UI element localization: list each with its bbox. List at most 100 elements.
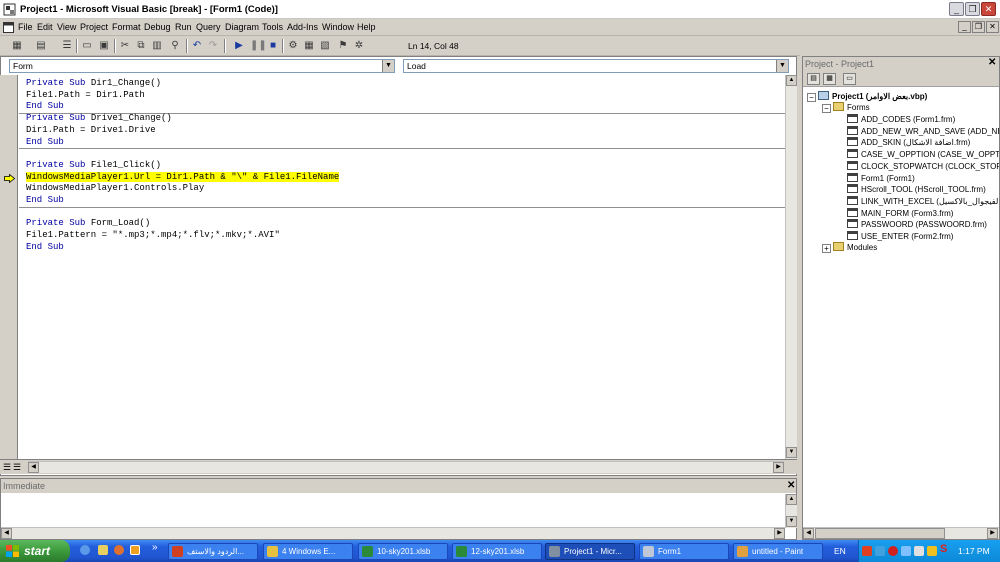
scroll-down-icon[interactable]: ▼ bbox=[786, 516, 797, 527]
tree-form-item[interactable]: Form1 (Form1) bbox=[847, 172, 915, 184]
menu-run[interactable]: Run bbox=[175, 22, 192, 32]
code-line[interactable]: End Sub bbox=[26, 137, 64, 148]
end-icon[interactable]: ■ bbox=[266, 39, 280, 53]
object-browser-icon[interactable]: ⚑ bbox=[336, 39, 350, 53]
add-form-icon[interactable]: ▤ bbox=[34, 39, 48, 53]
chevron-down-icon[interactable]: ▼ bbox=[776, 60, 788, 72]
tray-network-icon[interactable] bbox=[875, 546, 885, 556]
scroll-right-icon[interactable]: ▶ bbox=[773, 462, 784, 473]
code-line[interactable]: WindowsMediaPlayer1.Url = Dir1.Path & "\… bbox=[26, 171, 340, 183]
code-line[interactable]: Private Sub File1_Click() bbox=[26, 160, 161, 171]
code-line[interactable]: End Sub bbox=[26, 195, 64, 206]
toggle-folders-icon[interactable]: ▭ bbox=[843, 73, 856, 85]
language-indicator[interactable]: EN bbox=[834, 546, 846, 556]
code-line[interactable]: Private Sub Form_Load() bbox=[26, 218, 150, 229]
procedure-view-icon[interactable]: ☰ bbox=[3, 462, 11, 473]
tray-antivirus-icon[interactable] bbox=[888, 546, 898, 556]
tray-app-icon[interactable] bbox=[862, 546, 872, 556]
code-line[interactable]: Dir1.Path = Drive1.Drive bbox=[26, 125, 156, 136]
collapse-icon[interactable]: − bbox=[807, 93, 816, 102]
code-line[interactable]: WindowsMediaPlayer1.Controls.Play bbox=[26, 183, 204, 194]
scroll-left-icon[interactable]: ◀ bbox=[803, 528, 814, 539]
restore-button[interactable]: ❐ bbox=[965, 2, 980, 16]
immediate-close-icon[interactable]: ✕ bbox=[787, 480, 795, 491]
code-line[interactable]: Private Sub Drive1_Change() bbox=[26, 113, 172, 124]
tree-form-item[interactable]: USE_ENTER (Form2.frm) bbox=[847, 231, 953, 242]
quicklaunch-more-icon[interactable]: » bbox=[152, 542, 158, 553]
tree-form-item[interactable]: ADD_NEW_WR_AND_SAVE (ADD_NEW bbox=[847, 125, 999, 137]
chevron-down-icon[interactable]: ▼ bbox=[382, 60, 394, 72]
properties-window-icon[interactable]: ▦ bbox=[302, 39, 316, 53]
object-combo[interactable]: Form ▼ bbox=[9, 59, 395, 73]
project-explorer-close-icon[interactable]: ✕ bbox=[988, 57, 996, 68]
immediate-horizontal-scrollbar[interactable]: ◀ ▶ bbox=[1, 527, 785, 539]
tree-project-root[interactable]: Project1 (بعض الاوامر.vbp) bbox=[818, 91, 927, 102]
code-horizontal-scrollbar[interactable]: ◀ ▶ bbox=[28, 461, 784, 473]
tree-modules-folder[interactable]: Modules bbox=[833, 242, 877, 253]
code-line[interactable]: File1.Pattern = "*.mp3;*.mp4;*.flv;*.mkv… bbox=[26, 230, 280, 241]
taskbar-task[interactable]: 12-sky201.xlsb bbox=[452, 543, 542, 560]
toolbox-icon[interactable]: ✲ bbox=[352, 39, 366, 53]
save-project-icon[interactable]: ▣ bbox=[97, 39, 111, 53]
code-line[interactable]: Private Sub Dir1_Change() bbox=[26, 78, 161, 89]
scroll-down-icon[interactable]: ▼ bbox=[786, 447, 797, 458]
minimize-button[interactable]: _ bbox=[949, 2, 964, 16]
mdi-restore-button[interactable]: ❐ bbox=[972, 21, 985, 33]
tree-form-item[interactable]: LINK_WITH_EXCEL (الفيجوال_بالاكسيل bbox=[847, 195, 999, 207]
tree-form-item[interactable]: ADD_CODES (Form1.frm) bbox=[847, 114, 955, 125]
menu-format[interactable]: Format bbox=[112, 22, 141, 32]
tree-form-item[interactable]: CLOCK_STOPWATCH (CLOCK_STOPWA bbox=[847, 160, 999, 172]
tree-form-item[interactable]: CASE_W_OPPTION (CASE_W_OPPTION bbox=[847, 149, 999, 160]
mdi-close-button[interactable]: ✕ bbox=[986, 21, 999, 33]
tree-form-item[interactable]: ADD_SKIN (اضافة الاشكال.frm) bbox=[847, 137, 970, 148]
start-button[interactable]: start bbox=[0, 540, 70, 562]
tree-forms-folder[interactable]: Forms bbox=[833, 102, 870, 113]
mdi-minimize-button[interactable]: _ bbox=[958, 21, 971, 33]
scroll-thumb[interactable] bbox=[815, 528, 945, 539]
view-object-icon[interactable]: ▦ bbox=[823, 73, 836, 85]
code-editor[interactable]: Private Sub Dir1_Change() File1.Path = Di… bbox=[19, 75, 785, 459]
full-module-view-icon[interactable]: ☰ bbox=[13, 462, 21, 473]
menu-view[interactable]: View bbox=[57, 22, 76, 32]
menu-debug[interactable]: Debug bbox=[144, 22, 171, 32]
scroll-left-icon[interactable]: ◀ bbox=[1, 528, 12, 539]
open-project-icon[interactable]: ▭ bbox=[80, 39, 94, 53]
copy-icon[interactable]: ⧉ bbox=[134, 39, 148, 53]
menu-file[interactable]: File bbox=[18, 22, 33, 32]
code-line[interactable]: End Sub bbox=[26, 101, 64, 112]
menu-diagram[interactable]: Diagram bbox=[225, 22, 259, 32]
code-line[interactable]: File1.Path = Dir1.Path bbox=[26, 90, 145, 101]
code-vertical-scrollbar[interactable]: ▲ ▼ bbox=[785, 75, 797, 459]
menu-query[interactable]: Query bbox=[196, 22, 221, 32]
taskbar-task[interactable]: Form1 bbox=[639, 543, 729, 560]
tree-form-item[interactable]: PASSWOORD (PASSWOORD.frm) bbox=[847, 219, 987, 230]
menu-add-ins[interactable]: Add-Ins bbox=[287, 22, 318, 32]
procedure-combo[interactable]: Load ▼ bbox=[403, 59, 789, 73]
tray-volume-icon[interactable] bbox=[914, 546, 924, 556]
quicklaunch-app-icon[interactable] bbox=[98, 545, 108, 555]
project-explorer-icon[interactable]: ⚙ bbox=[286, 39, 300, 53]
scroll-right-icon[interactable]: ▶ bbox=[987, 528, 998, 539]
quicklaunch-firefox-icon[interactable] bbox=[114, 545, 124, 555]
collapse-icon[interactable]: − bbox=[822, 104, 831, 113]
menu-project[interactable]: Project bbox=[80, 22, 108, 32]
paste-icon[interactable]: ▥ bbox=[150, 39, 164, 53]
start-icon[interactable]: ▶ bbox=[232, 39, 246, 53]
find-icon[interactable]: ⚲ bbox=[168, 39, 182, 53]
menu-tools[interactable]: Tools bbox=[262, 22, 283, 32]
form-layout-icon[interactable]: ▧ bbox=[318, 39, 332, 53]
break-icon[interactable]: ❚❚ bbox=[250, 39, 267, 53]
taskbar-task[interactable]: 4 Windows E... bbox=[263, 543, 353, 560]
redo-icon[interactable]: ↷ bbox=[206, 39, 220, 53]
menu-edit[interactable]: Edit bbox=[37, 22, 53, 32]
margin-indicator-bar[interactable] bbox=[0, 75, 18, 459]
cut-icon[interactable]: ✂ bbox=[118, 39, 132, 53]
close-button[interactable]: ✕ bbox=[981, 2, 996, 16]
scroll-up-icon[interactable]: ▲ bbox=[786, 494, 797, 505]
scroll-right-icon[interactable]: ▶ bbox=[774, 528, 785, 539]
tray-s-icon[interactable]: S bbox=[940, 543, 947, 555]
taskbar-task[interactable]: untitled - Paint bbox=[733, 543, 823, 560]
scroll-up-icon[interactable]: ▲ bbox=[786, 75, 797, 86]
expand-icon[interactable]: + bbox=[822, 244, 831, 253]
undo-icon[interactable]: ↶ bbox=[190, 39, 204, 53]
